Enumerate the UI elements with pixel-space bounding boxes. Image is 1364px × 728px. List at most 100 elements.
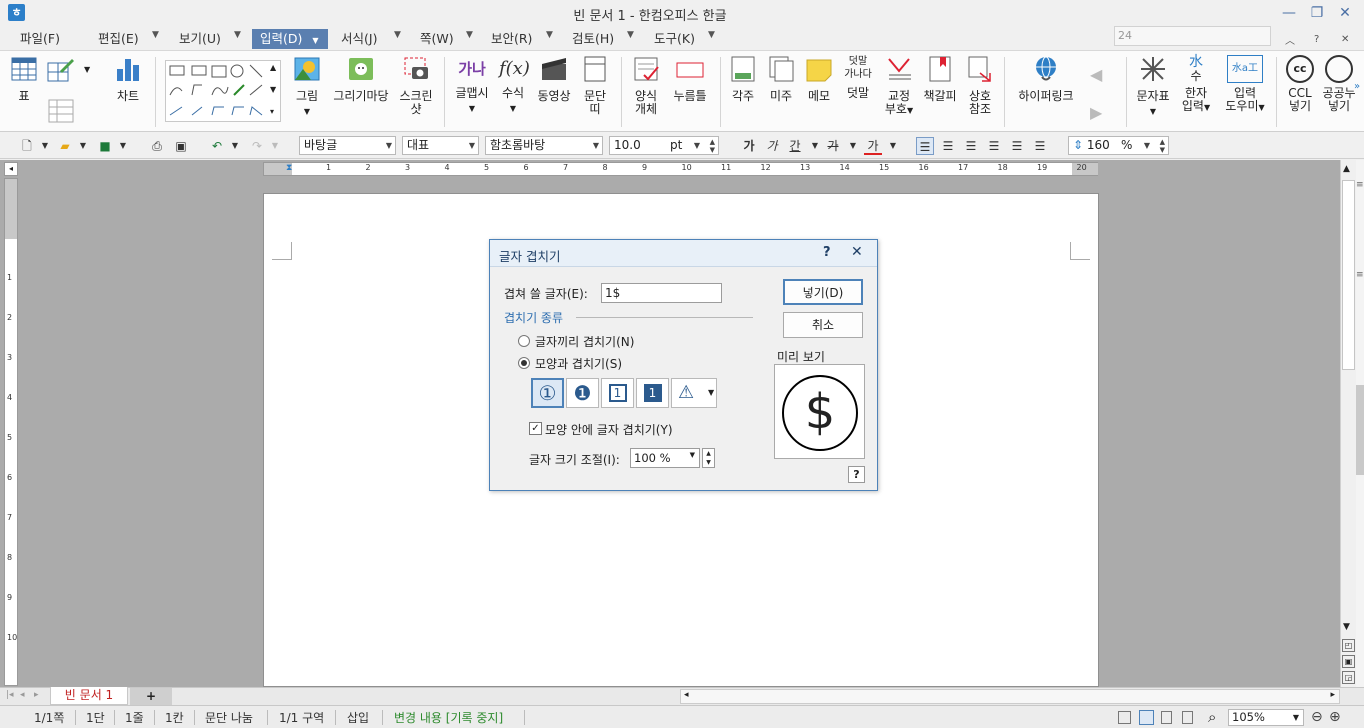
tab-next-icon[interactable]: ▸: [34, 690, 39, 700]
new-document-icon[interactable]: 🗋: [18, 137, 36, 155]
status-line[interactable]: 1줄: [125, 709, 144, 726]
shape-triangle-option[interactable]: ⚠ ▼: [671, 378, 717, 408]
save-icon[interactable]: ■: [96, 137, 114, 155]
view-full-screen-icon[interactable]: [1118, 711, 1131, 724]
arrow-left-icon[interactable]: ◀: [1090, 65, 1102, 84]
scroll-right-icon[interactable]: ▸: [1330, 690, 1335, 700]
chevron-down-icon[interactable]: ▼: [226, 137, 244, 155]
gallery-down-icon[interactable]: ▼: [270, 85, 276, 94]
chart-button[interactable]: 차트: [112, 55, 144, 103]
dialog-close-icon[interactable]: ✕: [851, 244, 863, 260]
font-color-button[interactable]: 가: [864, 137, 882, 155]
font-size-select[interactable]: 10.0 pt ▼ ▲ ▼: [609, 136, 719, 155]
redo-icon[interactable]: ↷: [248, 137, 266, 155]
bookmark-button[interactable]: 책갈피: [922, 55, 958, 103]
symbol-button[interactable]: 문자표 ▼: [1134, 55, 1172, 118]
strike-button[interactable]: 가: [824, 137, 842, 155]
memo-button[interactable]: 메모: [804, 55, 834, 103]
restore-icon[interactable]: ❐: [1302, 2, 1332, 24]
table-draw-icon[interactable]: [46, 57, 76, 83]
menu-review[interactable]: 검토(H): [572, 29, 614, 49]
view-page-icon[interactable]: [1139, 710, 1154, 725]
menu-edit[interactable]: 편집(E): [98, 29, 139, 49]
indent-marker-icon[interactable]: ⧗: [286, 163, 292, 173]
horizontal-ruler[interactable]: ⧗ 1 2 3 4 5 6 7 8 9 10 11 12 13 14 15 16 17 18 19 20: [263, 162, 1098, 176]
shape-filled-square-option[interactable]: 1: [636, 378, 669, 408]
shape-circle-option[interactable]: ①: [531, 378, 564, 408]
document-tab[interactable]: 빈 문서 1: [50, 687, 128, 705]
vertical-ruler[interactable]: 1 2 3 4 5 6 7 8 9 10: [4, 178, 18, 686]
status-insert-mode[interactable]: 삽입: [347, 709, 369, 726]
screenshot-button[interactable]: 스크린 샷: [398, 55, 434, 116]
shapes-gallery[interactable]: ▲ ▼ ▾: [165, 60, 281, 122]
overlap-text-input[interactable]: 1$: [601, 283, 722, 303]
size-adjust-select[interactable]: 100 % ▼: [630, 448, 700, 468]
status-section[interactable]: 1/1 구역: [279, 709, 324, 726]
align-right-icon[interactable]: ☰: [985, 137, 1003, 155]
chevron-down-icon[interactable]: ▼: [806, 137, 824, 155]
proof-mark-button[interactable]: 교정 부호▼: [880, 55, 918, 117]
table-button[interactable]: 표: [8, 55, 40, 103]
radio-char-overlap[interactable]: [518, 335, 530, 347]
click-field-button[interactable]: 누름틀: [670, 55, 710, 103]
arrow-right-icon[interactable]: ▶: [1090, 103, 1102, 122]
view-outline-icon[interactable]: [1182, 711, 1193, 724]
ccl-insert-button[interactable]: cc CCL 넣기: [1284, 55, 1316, 113]
zoom-out-icon[interactable]: ⊖: [1311, 709, 1323, 725]
insert-button[interactable]: 넣기(D): [783, 279, 863, 305]
status-paragraph-break[interactable]: 문단 나눔: [205, 709, 253, 726]
underline-button[interactable]: 간: [786, 137, 804, 155]
align-center-icon[interactable]: ☰: [962, 137, 980, 155]
prev-page-icon[interactable]: ◰: [1342, 639, 1355, 652]
zoom-in-icon[interactable]: ⊕: [1329, 709, 1341, 725]
public-nuri-button[interactable]: 공공누 넣기: [1322, 55, 1356, 113]
quick-font-size-box[interactable]: 24: [1114, 26, 1271, 46]
font-select[interactable]: 함초롬바탕 ▼: [485, 136, 603, 155]
chevron-down-icon[interactable]: ▼: [546, 30, 553, 40]
picture-button[interactable]: 그림 ▼: [290, 55, 324, 118]
status-track-changes[interactable]: 변경 내용 [기록 중지]: [394, 709, 503, 726]
status-page[interactable]: 1/1쪽: [34, 709, 64, 726]
ruler-corner-button[interactable]: ◂: [4, 162, 18, 176]
table-calc-icon[interactable]: [48, 99, 74, 123]
chevron-down-icon[interactable]: ▼: [152, 30, 159, 40]
ribbon-collapse-icon[interactable]: ︿: [1285, 32, 1295, 47]
undo-icon[interactable]: ↶: [208, 137, 226, 155]
align-justify-icon[interactable]: ☰: [916, 137, 934, 155]
close-icon[interactable]: ✕: [1330, 2, 1360, 24]
panel-menu-icon[interactable]: ≡: [1356, 270, 1364, 280]
tab-first-icon[interactable]: |◂: [6, 690, 14, 700]
shape-square-option[interactable]: 1: [601, 378, 634, 408]
next-page-icon[interactable]: ◲: [1342, 671, 1355, 684]
zoom-magnifier-icon[interactable]: ⌕: [1208, 708, 1216, 726]
glyph-button[interactable]: 가나 글맵시 ▼: [452, 55, 492, 115]
chevron-down-icon[interactable]: ▼: [114, 137, 132, 155]
chevron-down-icon[interactable]: ▼: [234, 30, 241, 40]
align-distribute-icon[interactable]: ☰: [1008, 137, 1026, 155]
italic-button[interactable]: 가: [763, 137, 781, 155]
close-doc-icon[interactable]: ✕: [1341, 34, 1349, 45]
radio-shape-overlap[interactable]: [518, 357, 530, 369]
chevron-down-icon[interactable]: ▼: [74, 137, 92, 155]
endnote-button[interactable]: 미주: [766, 55, 796, 103]
scroll-down-icon[interactable]: ▼: [1343, 622, 1350, 632]
dialog-small-help-icon[interactable]: ?: [848, 466, 865, 483]
menu-security[interactable]: 보안(R): [491, 29, 532, 49]
gallery-up-icon[interactable]: ▲: [270, 63, 276, 72]
minimize-icon[interactable]: —: [1274, 2, 1304, 24]
bold-button[interactable]: 가: [740, 137, 758, 155]
align-left-icon[interactable]: ☰: [939, 137, 957, 155]
page-select-icon[interactable]: ▣: [1342, 655, 1355, 668]
chevron-down-icon[interactable]: ▼: [466, 30, 473, 40]
form-object-button[interactable]: 양식 개체: [628, 55, 664, 116]
menu-input[interactable]: 입력(D) ▼: [252, 29, 328, 49]
hanja-input-button[interactable]: 水수 한자 입력▼: [1178, 55, 1214, 114]
side-panel-strip[interactable]: ≡ ≡: [1356, 160, 1364, 687]
chevron-down-icon[interactable]: ▼: [884, 137, 902, 155]
hyperlink-button[interactable]: 하이퍼링크: [1012, 55, 1080, 103]
paragraph-band-button[interactable]: 문단 띠: [580, 55, 610, 116]
horizontal-scrollbar[interactable]: ◂ ▸: [680, 689, 1340, 704]
panel-menu-icon[interactable]: ≡: [1356, 180, 1364, 190]
view-draft-icon[interactable]: [1161, 711, 1172, 724]
gallery-more-icon[interactable]: ▾: [270, 107, 274, 116]
